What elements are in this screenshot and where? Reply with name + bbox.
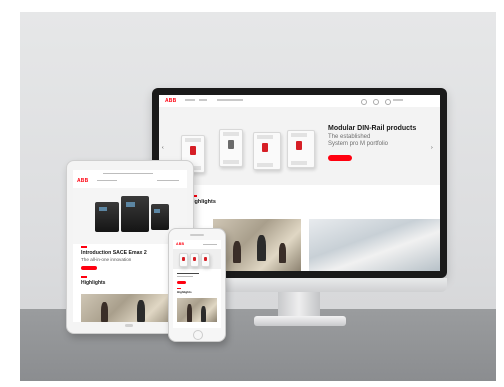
person-figure xyxy=(187,304,192,322)
desktop-nav-link xyxy=(185,99,195,101)
desktop-highlight-photo-city xyxy=(309,219,440,271)
monitor-stand-base xyxy=(254,316,346,326)
chevron-left-icon: ‹ xyxy=(162,145,164,151)
phone-hero-subtitle xyxy=(177,276,193,278)
desktop-hero-title: Modular DIN-Rail products xyxy=(328,125,417,132)
desktop-hero-subtitle-line: System pro M portfolio xyxy=(328,141,389,147)
din-rail-breaker xyxy=(287,130,315,168)
person-figure xyxy=(233,241,241,263)
tablet-nav-link xyxy=(157,180,179,182)
tablet-abb-logo: ABB xyxy=(77,178,89,184)
desktop-hero-subtitle: The established System pro M portfolio xyxy=(328,134,418,148)
ups-unit xyxy=(151,204,169,230)
desktop-highlight-photo-conference xyxy=(213,219,301,271)
search-icon xyxy=(361,99,367,105)
din-rail-breaker xyxy=(253,132,281,170)
desktop-abb-logo: ABB xyxy=(165,97,177,104)
tablet-section-accent xyxy=(81,276,87,278)
tablet-address-bar xyxy=(103,173,153,175)
desktop-hero-banner: ‹ Modular DIN-Rail products The establis… xyxy=(159,107,440,185)
user-icon xyxy=(385,99,391,105)
phone-device: ABB Highlights xyxy=(168,228,226,342)
tablet-highlight-photo xyxy=(81,294,179,322)
tablet-home-indicator xyxy=(125,324,133,327)
monitor-stand xyxy=(278,292,320,318)
tablet-nav-link xyxy=(97,180,117,182)
tablet-cta-button[interactable] xyxy=(81,266,97,270)
ups-unit xyxy=(121,196,149,232)
chevron-right-icon: › xyxy=(431,145,433,151)
phone-section-accent xyxy=(177,288,181,289)
product-photo-scene: ABB ‹ Modular DIN-Rail products The esta… xyxy=(20,12,496,381)
din-rail-breaker xyxy=(190,253,199,267)
desktop-hero-subtitle-line: The established xyxy=(328,134,371,140)
phone-hero-title xyxy=(177,273,199,275)
phone-abb-logo: ABB xyxy=(176,242,185,246)
phone-website-screen: ABB Highlights xyxy=(173,240,221,328)
phone-hero-image xyxy=(173,249,221,269)
desktop-nav-link xyxy=(393,99,403,101)
phone-home-button xyxy=(193,330,203,340)
cart-icon xyxy=(373,99,379,105)
tablet-hero-title: Introduction SACE Emax 2 xyxy=(81,250,147,256)
din-rail-breaker xyxy=(179,253,188,267)
phone-nav-link xyxy=(203,244,217,246)
tablet-highlights-title: Highlights xyxy=(81,280,106,286)
desktop-nav-link xyxy=(199,99,207,101)
person-figure xyxy=(279,243,286,263)
phone-speaker xyxy=(190,234,204,236)
phone-highlights-title: Highlights xyxy=(177,290,192,294)
desktop-hero-cta-button[interactable] xyxy=(328,155,352,161)
person-figure xyxy=(101,302,108,322)
ups-unit xyxy=(95,202,119,232)
tablet-hero-subtitle: The all-in-one innovation xyxy=(81,257,132,262)
din-rail-breaker xyxy=(219,129,243,167)
desktop-nav-link xyxy=(217,99,243,101)
tablet-section-accent xyxy=(81,246,87,248)
person-figure xyxy=(137,300,145,322)
person-figure xyxy=(201,306,206,322)
phone-highlight-photo xyxy=(177,298,217,322)
person-figure xyxy=(257,235,266,261)
din-rail-breaker xyxy=(201,253,210,267)
phone-cta-button[interactable] xyxy=(177,281,186,284)
